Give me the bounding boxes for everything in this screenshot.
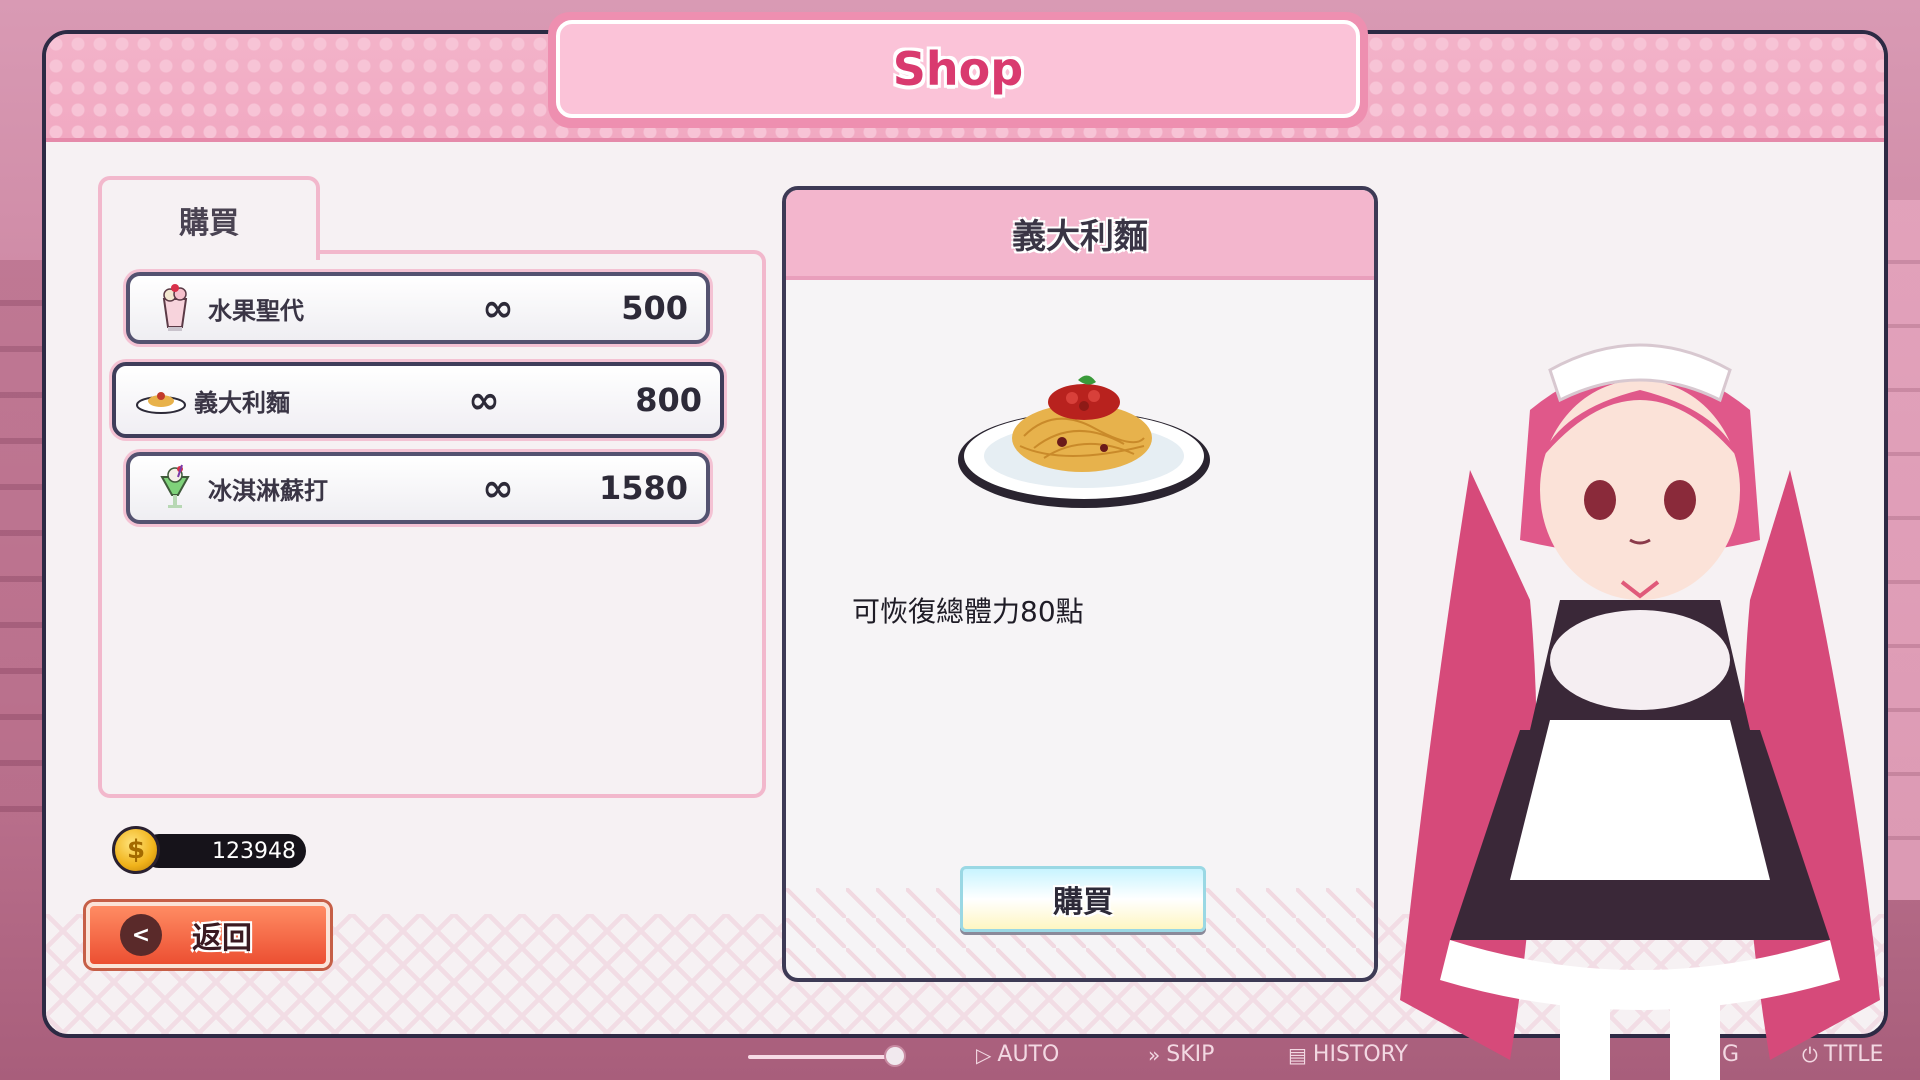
title-button[interactable]: ⏻ TITLE — [1802, 1042, 1883, 1067]
skip-button[interactable]: » SKIP — [1148, 1042, 1214, 1067]
text-speed-slider[interactable] — [748, 1055, 898, 1059]
detail-title: 義大利麵 — [1012, 216, 1148, 257]
history-button[interactable]: ▤ HISTORY — [1288, 1042, 1408, 1067]
shop-item-spaghetti[interactable]: 義大利麵 ∞ 800 — [112, 362, 724, 438]
back-arrow-icon: < — [120, 914, 162, 956]
item-name: 義大利麵 — [194, 388, 290, 417]
wallet-amount-pill: 123948 — [142, 834, 306, 868]
wallet-amount: 123948 — [212, 838, 296, 864]
item-price: 500 — [621, 289, 688, 327]
sundae-icon — [148, 281, 202, 335]
buy-button[interactable]: 購買 — [960, 866, 1206, 932]
item-price: 800 — [635, 381, 702, 419]
history-label: HISTORY — [1312, 1042, 1408, 1067]
title-label: TITLE — [1823, 1042, 1884, 1067]
back-button-label: 返回 — [192, 921, 252, 956]
back-button[interactable]: < 返回 — [86, 902, 330, 968]
item-description: 可恢復總體力80點 — [852, 595, 1084, 628]
item-detail-panel: 義大利麵 可恢復總體力80點 購買 — [782, 186, 1378, 982]
text-speed-slider-knob[interactable] — [884, 1045, 906, 1067]
item-stock: ∞ — [482, 466, 514, 510]
system-bar: ▷ AUTO » SKIP ▤ HISTORY G ⏻ TITLE — [740, 1038, 1910, 1074]
auto-button[interactable]: ▷ AUTO — [976, 1042, 1059, 1067]
spaghetti-plate-icon — [958, 375, 1210, 508]
cream-soda-icon — [148, 461, 202, 515]
config-label: G — [1722, 1042, 1740, 1067]
item-price: 1580 — [598, 469, 688, 507]
page-title: Shop — [892, 42, 1024, 96]
buy-button-label: 購買 — [1053, 885, 1113, 920]
item-stock: ∞ — [468, 378, 500, 422]
maid-character-illustration — [1400, 343, 1880, 1080]
fast-forward-icon: » — [1148, 1042, 1161, 1067]
shop-item-sundae[interactable]: 水果聖代 ∞ 500 — [126, 272, 710, 344]
config-button[interactable]: G — [1722, 1042, 1739, 1067]
auto-label: AUTO — [997, 1042, 1060, 1067]
power-icon: ⏻ — [1802, 1042, 1818, 1067]
shop-item-cream-soda[interactable]: 冰淇淋蘇打 ∞ 1580 — [126, 452, 710, 524]
tab-buy-label: 購買 — [179, 206, 239, 241]
tab-buy[interactable]: 購買 — [98, 176, 320, 260]
title-plate: Shop — [548, 12, 1368, 128]
spaghetti-icon — [134, 373, 188, 427]
play-icon: ▷ — [976, 1042, 992, 1067]
item-name: 冰淇淋蘇打 — [208, 476, 328, 505]
wallet: 123948 $ — [112, 826, 306, 874]
gold-coin-icon: $ — [112, 826, 160, 874]
item-name: 水果聖代 — [208, 296, 304, 325]
history-icon: ▤ — [1288, 1042, 1307, 1067]
detail-header: 義大利麵 — [786, 190, 1374, 280]
title-plate-inner: Shop — [556, 20, 1360, 118]
item-stock: ∞ — [482, 286, 514, 330]
skip-label: SKIP — [1166, 1042, 1215, 1067]
